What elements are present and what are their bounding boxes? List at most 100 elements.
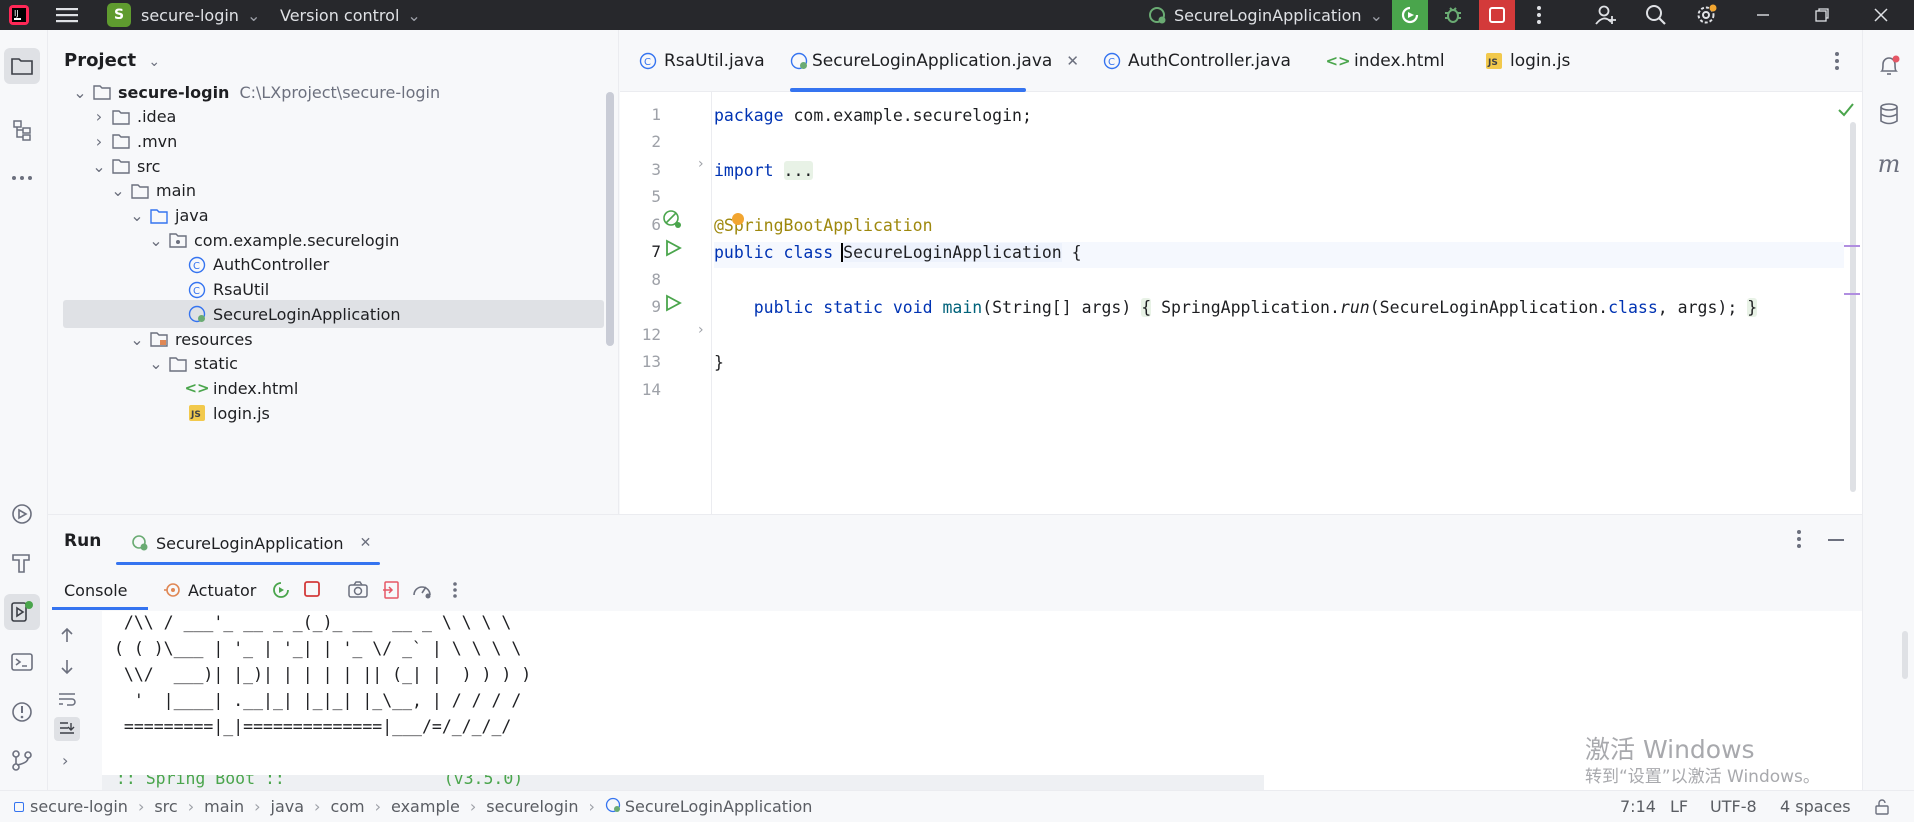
problems-tool-icon[interactable] bbox=[4, 694, 40, 730]
soft-wrap-icon[interactable] bbox=[58, 691, 76, 711]
vcs-widget[interactable]: Version control ⌄ bbox=[280, 0, 421, 30]
breadcrumb-item[interactable]: securelogin bbox=[486, 797, 578, 816]
run-gutter-icon[interactable] bbox=[664, 239, 682, 261]
close-window-icon[interactable] bbox=[1874, 0, 1888, 30]
more-tools-icon[interactable] bbox=[4, 160, 40, 196]
collapse-chevron-icon[interactable]: › bbox=[89, 132, 109, 151]
breadcrumb-item[interactable]: com bbox=[330, 797, 364, 816]
line-ending[interactable]: LF bbox=[1670, 791, 1688, 822]
expand-chevron-icon[interactable]: › bbox=[62, 751, 68, 770]
actuator-icon bbox=[160, 581, 184, 599]
read-only-toggle-icon[interactable] bbox=[1874, 791, 1890, 822]
terminal-tool-icon[interactable] bbox=[4, 644, 40, 680]
console-scrollbar[interactable] bbox=[1902, 631, 1908, 679]
expand-chevron-icon[interactable]: ⌄ bbox=[146, 231, 166, 250]
exit-icon[interactable] bbox=[382, 581, 400, 603]
tab-authcontroller[interactable]: C AuthController.java bbox=[1100, 30, 1291, 92]
tab-label: login.js bbox=[1510, 51, 1571, 71]
profiler-icon[interactable] bbox=[412, 581, 432, 603]
run-config-selector[interactable]: SecureLoginApplication ⌄ bbox=[1148, 0, 1383, 30]
add-user-icon[interactable] bbox=[1594, 0, 1618, 30]
indent-setting[interactable]: 4 spaces bbox=[1780, 791, 1851, 822]
editor-tabs: C RsaUtil.java SecureLoginApplication.ja… bbox=[620, 30, 1862, 92]
project-widget[interactable]: S secure-login ⌄ bbox=[107, 0, 260, 30]
expand-chevron-icon[interactable]: ⌄ bbox=[108, 181, 128, 200]
restore-icon[interactable] bbox=[1815, 0, 1829, 30]
tabs-more-icon[interactable] bbox=[1834, 30, 1840, 92]
console-tab[interactable]: Console bbox=[64, 569, 128, 611]
expand-chevron-icon[interactable]: ⌄ bbox=[127, 206, 147, 225]
run-config-tab[interactable]: SecureLoginApplication ✕ bbox=[128, 523, 371, 563]
tab-index-html[interactable]: <> index.html bbox=[1325, 30, 1444, 92]
more-actions-icon[interactable] bbox=[1536, 0, 1542, 30]
cursor-position[interactable]: 7:14 bbox=[1620, 791, 1656, 822]
settings-icon[interactable] bbox=[1694, 0, 1718, 30]
folded-imports[interactable]: ... bbox=[783, 161, 814, 180]
stop-button[interactable] bbox=[1479, 0, 1515, 30]
breadcrumb-item[interactable]: secure-login bbox=[30, 797, 128, 816]
html-file-icon: <> bbox=[184, 379, 210, 398]
console-line: \\/ ___)| |_)| | | | | || (_| | ) ) ) ) bbox=[114, 665, 532, 684]
tree-item[interactable]: JS login.js bbox=[48, 399, 270, 427]
collapse-chevron-icon[interactable]: › bbox=[89, 107, 109, 126]
spring-bean-gutter-icon[interactable] bbox=[662, 209, 682, 233]
fold-chevron-icon[interactable]: › bbox=[698, 156, 704, 172]
class-icon: C bbox=[1100, 52, 1124, 70]
fold-chevron-icon[interactable]: › bbox=[698, 322, 704, 338]
close-tab-icon[interactable]: ✕ bbox=[1066, 52, 1079, 70]
main-menu-icon[interactable] bbox=[56, 0, 78, 30]
intellij-logo-icon[interactable]: IJ bbox=[8, 0, 30, 30]
run-tool-icon[interactable] bbox=[4, 594, 40, 630]
stop-icon[interactable] bbox=[304, 581, 320, 601]
code-token: public static void bbox=[753, 298, 933, 317]
line-number: 5 bbox=[651, 187, 661, 206]
database-icon[interactable] bbox=[1871, 96, 1907, 132]
run-gutter-icon[interactable] bbox=[664, 294, 682, 316]
build-tool-icon[interactable] bbox=[4, 544, 40, 580]
structure-tool-icon[interactable] bbox=[4, 112, 40, 148]
expand-chevron-icon[interactable]: ⌄ bbox=[89, 157, 109, 176]
actuator-tab[interactable]: Actuator bbox=[160, 569, 256, 611]
scroll-marker bbox=[1844, 293, 1860, 295]
console-clipped-line: :: Spring Boot :: (v3.5.0) bbox=[102, 775, 1264, 791]
more-actions-icon[interactable] bbox=[1796, 529, 1802, 553]
intention-bulb-icon[interactable] bbox=[732, 213, 744, 225]
git-tool-icon[interactable] bbox=[4, 742, 40, 778]
expand-chevron-icon[interactable]: ⌄ bbox=[146, 354, 166, 373]
notifications-icon[interactable] bbox=[1871, 48, 1907, 84]
tab-rsautil[interactable]: C RsaUtil.java bbox=[636, 30, 765, 92]
maven-icon[interactable]: m bbox=[1871, 146, 1907, 182]
expand-chevron-icon[interactable]: ⌄ bbox=[127, 330, 147, 349]
scroll-down-icon[interactable] bbox=[60, 659, 74, 679]
breadcrumb-item[interactable]: example bbox=[391, 797, 460, 816]
rerun-button[interactable] bbox=[1392, 0, 1428, 30]
tree-item-label: SecureLoginApplication bbox=[213, 304, 401, 324]
rerun-icon[interactable] bbox=[272, 581, 290, 603]
editor-scrollbar[interactable] bbox=[1850, 122, 1856, 492]
debug-icon[interactable] bbox=[1442, 0, 1464, 30]
code-token: main bbox=[942, 298, 983, 317]
project-tool-icon[interactable] bbox=[4, 48, 40, 84]
search-icon[interactable] bbox=[1645, 0, 1667, 30]
breadcrumb-separator-icon: › bbox=[469, 797, 477, 816]
breadcrumb-item[interactable]: main bbox=[204, 797, 244, 816]
scroll-to-end-icon[interactable] bbox=[54, 717, 80, 741]
file-encoding[interactable]: UTF-8 bbox=[1710, 791, 1757, 822]
project-scrollbar[interactable] bbox=[606, 92, 614, 346]
project-panel-header[interactable]: Project ⌄ bbox=[64, 50, 160, 71]
breadcrumb-item[interactable]: java bbox=[271, 797, 305, 816]
breadcrumb-item[interactable]: SecureLoginApplication bbox=[625, 797, 813, 816]
services-tool-icon[interactable] bbox=[4, 496, 40, 532]
more-actions-icon[interactable] bbox=[452, 581, 458, 603]
hide-panel-icon[interactable] bbox=[1828, 539, 1844, 541]
tab-login-js[interactable]: JS login.js bbox=[1482, 30, 1570, 92]
camera-icon[interactable] bbox=[348, 581, 368, 603]
close-tab-icon[interactable]: ✕ bbox=[360, 535, 372, 551]
breadcrumb-item[interactable]: src bbox=[154, 797, 177, 816]
minimize-icon[interactable] bbox=[1756, 0, 1770, 30]
tab-secureloginapplication[interactable]: SecureLoginApplication.java ✕ bbox=[790, 30, 1079, 92]
code-area[interactable]: package com.example.securelogin; import … bbox=[714, 92, 1844, 514]
scroll-up-icon[interactable] bbox=[60, 627, 74, 647]
no-problems-check-icon[interactable] bbox=[1838, 102, 1854, 121]
expand-chevron-icon[interactable]: ⌄ bbox=[70, 83, 90, 102]
